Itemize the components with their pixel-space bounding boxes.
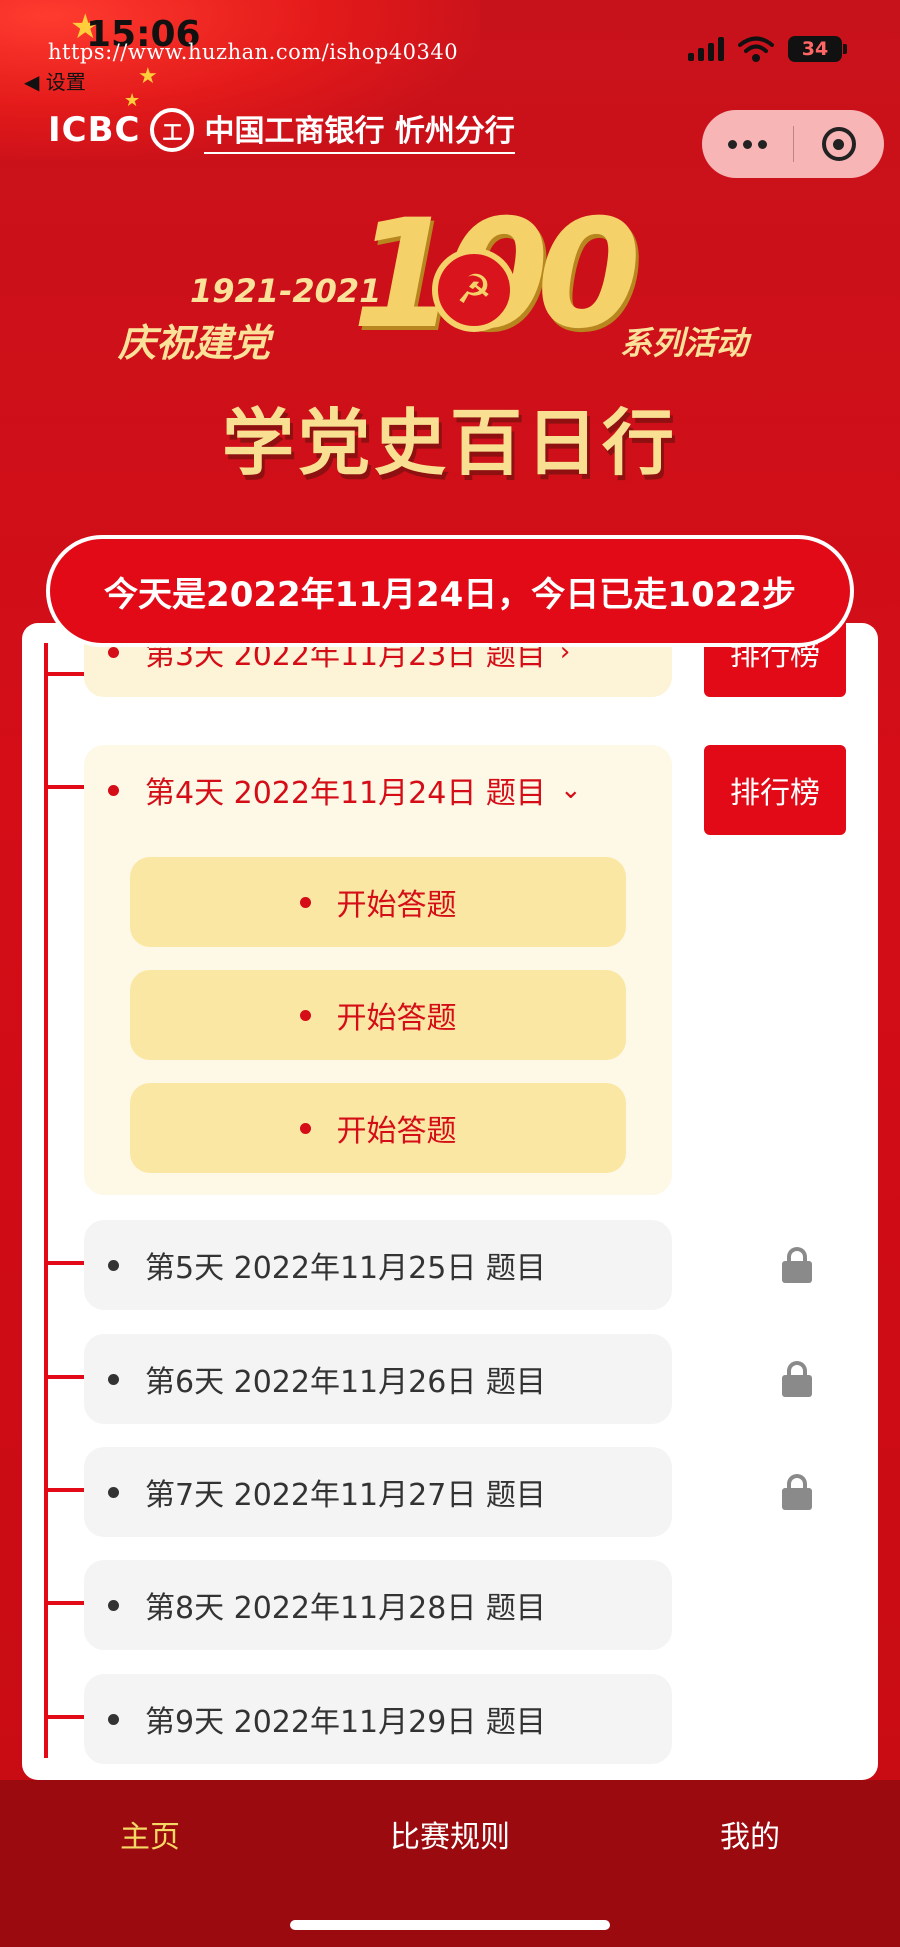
bottom-tab-bar: 主页 比赛规则 我的 — [0, 1780, 900, 1947]
tab-rules[interactable]: 比赛规则 — [390, 1812, 510, 1856]
status-icons: 34 — [688, 36, 847, 62]
leaderboard-button[interactable]: 排行榜 — [704, 745, 846, 835]
timeline-line — [44, 643, 48, 1758]
more-button[interactable] — [702, 110, 793, 178]
timeline-tick — [44, 672, 84, 676]
day-item[interactable]: 第6天 2022年11月26日 题目 — [84, 1334, 672, 1424]
lock-icon — [782, 1474, 812, 1510]
day-label: 第5天 2022年11月25日 题目 — [145, 1251, 546, 1286]
target-icon — [821, 127, 856, 161]
day-item[interactable]: 第7天 2022年11月27日 题目 — [84, 1447, 672, 1537]
battery-icon: 34 — [788, 36, 847, 62]
banner-celebrate: 庆祝建党 — [118, 321, 271, 365]
start-quiz-button[interactable]: 开始答题 — [130, 1083, 626, 1173]
day-label: 第8天 2022年11月28日 题目 — [145, 1591, 546, 1626]
bullet-icon — [299, 1009, 311, 1021]
timeline-tick — [44, 1261, 84, 1265]
start-quiz-button[interactable]: 开始答题 — [130, 970, 626, 1060]
brand-icbc: ICBC — [48, 110, 141, 150]
lock-icon — [782, 1247, 812, 1283]
brand-header: ICBC 工 中国工商银行 忻州分行 — [48, 106, 515, 154]
bullet-icon — [108, 1373, 119, 1385]
start-quiz-label: 开始答题 — [336, 888, 457, 923]
home-indicator — [290, 1920, 610, 1930]
bullet-icon — [108, 1599, 119, 1611]
more-icon — [727, 139, 767, 149]
banner: 1921-2021 庆祝建党 100 ☭ 系列活动 学党史百日行 — [0, 200, 900, 490]
start-quiz-label: 开始答题 — [336, 1001, 457, 1036]
day-item[interactable]: 第9天 2022年11月29日 题目 — [84, 1674, 672, 1764]
banner-main-title: 学党史百日行 — [221, 401, 678, 485]
signal-icon — [688, 37, 724, 61]
brand-name: 中国工商银行 忻州分行 — [204, 106, 515, 154]
day-item[interactable]: 第5天 2022年11月25日 题目 — [84, 1220, 672, 1310]
start-quiz-button[interactable]: 开始答题 — [130, 857, 626, 947]
day-label: 第7天 2022年11月27日 题目 — [145, 1478, 546, 1513]
timeline-tick — [44, 1601, 84, 1605]
day-item[interactable]: 第4天 2022年11月24日 题目 ⌄ — [84, 745, 672, 835]
party-emblem-icon: ☭ — [432, 248, 516, 332]
star-icon: ★ — [138, 64, 158, 89]
day-list-card: 第3天 2022年11月23日 题目 › 排行榜 第4天 2022年11月24日… — [22, 623, 878, 1780]
bullet-icon — [299, 896, 311, 908]
timeline-tick — [44, 1488, 84, 1492]
day-label: 第6天 2022年11月26日 题目 — [145, 1365, 546, 1400]
tab-home[interactable]: 主页 — [120, 1812, 180, 1856]
timeline-tick — [44, 1715, 84, 1719]
lock-icon — [782, 1361, 812, 1397]
chevron-down-icon: ⌄ — [559, 775, 582, 805]
bullet-icon — [108, 1713, 119, 1725]
banner-series: 系列活动 — [620, 324, 749, 362]
wifi-icon — [738, 36, 774, 62]
timeline-tick — [44, 1375, 84, 1379]
day-label: 第4天 2022年11月24日 题目 — [145, 776, 546, 811]
day-label: 第9天 2022年11月29日 题目 — [145, 1705, 546, 1740]
day-item[interactable]: 第8天 2022年11月28日 题目 — [84, 1560, 672, 1650]
tab-mine[interactable]: 我的 — [720, 1812, 780, 1856]
miniprogram-capsule — [702, 110, 884, 178]
start-quiz-label: 开始答题 — [336, 1114, 457, 1149]
url-watermark: https://www.huzhan.com/ishop40340 — [48, 40, 459, 64]
bullet-icon — [108, 1259, 119, 1271]
today-steps-banner: 今天是2022年11月24日，今日已走1022步 — [46, 535, 854, 647]
close-miniprogram-button[interactable] — [794, 110, 885, 178]
icbc-logo-icon: 工 — [150, 108, 195, 152]
bullet-icon — [108, 646, 119, 658]
timeline-tick — [44, 785, 84, 789]
bullet-icon — [108, 1486, 119, 1498]
bullet-icon — [108, 784, 119, 796]
bullet-icon — [299, 1122, 311, 1134]
back-to-settings[interactable]: ◀ 设置 — [24, 66, 86, 95]
